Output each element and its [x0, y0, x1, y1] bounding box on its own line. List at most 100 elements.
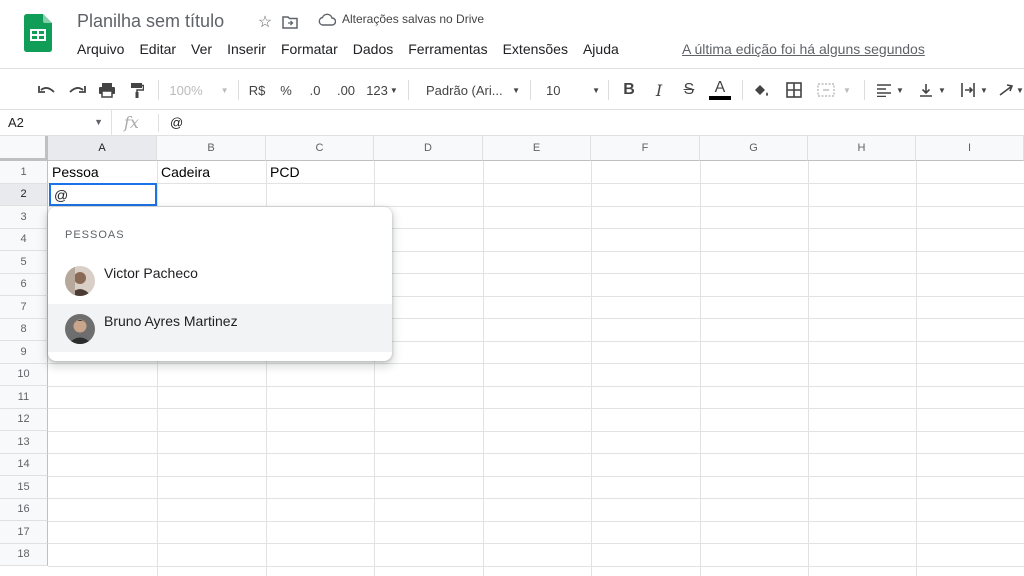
bold-button[interactable]: B — [618, 79, 640, 101]
person-name: Victor Pacheco — [104, 265, 198, 281]
row-header-14[interactable]: 14 — [0, 453, 48, 476]
chevron-down-icon: ▼ — [896, 85, 904, 95]
column-header-b[interactable]: B — [157, 136, 266, 161]
fill-color-icon[interactable] — [750, 79, 772, 101]
row-header-15[interactable]: 15 — [0, 476, 48, 499]
chevron-down-icon: ▼ — [938, 85, 946, 95]
column-header-h[interactable]: H — [808, 136, 916, 161]
active-cell-a2[interactable]: @ — [49, 183, 157, 206]
row-header-6[interactable]: 6 — [0, 273, 48, 296]
formula-input[interactable]: @ — [170, 115, 183, 130]
text-color-button[interactable]: A — [708, 79, 732, 101]
name-box[interactable]: A2 ▼ — [0, 110, 112, 136]
cell-b1[interactable]: Cadeira — [161, 164, 210, 180]
menu-ajuda[interactable]: Ajuda — [583, 41, 619, 57]
cell-a2-editor[interactable]: @ — [54, 187, 68, 203]
font-size-select[interactable]: 10 ▼ — [538, 79, 602, 101]
borders-icon[interactable] — [783, 79, 805, 101]
decrease-decimal-button[interactable]: .0 — [302, 79, 328, 101]
column-header-c[interactable]: C — [266, 136, 374, 161]
merge-cells-icon[interactable]: ▼ — [812, 79, 856, 101]
row-header-16[interactable]: 16 — [0, 498, 48, 521]
row-header-12[interactable]: 12 — [0, 408, 48, 431]
italic-button[interactable]: I — [648, 79, 670, 101]
text-rotation-icon[interactable]: ▼ — [998, 79, 1024, 101]
column-header-i[interactable]: I — [916, 136, 1024, 161]
chevron-down-icon: ▼ — [592, 85, 600, 95]
people-section-label: PESSOAS — [65, 229, 125, 241]
toolbar: 100% ▼ R$ % .0 .00 123 ▼ Padrão (Ari... … — [0, 68, 1024, 110]
last-edit-link[interactable]: A última edição foi há alguns segundos — [682, 41, 925, 57]
column-header-d[interactable]: D — [374, 136, 483, 161]
menu-formatar[interactable]: Formatar — [281, 41, 338, 57]
more-formats-button[interactable]: 123 ▼ — [364, 79, 400, 101]
row-header-13[interactable]: 13 — [0, 431, 48, 454]
row-header-7[interactable]: 7 — [0, 296, 48, 319]
column-header-g[interactable]: G — [700, 136, 808, 161]
chevron-down-icon: ▼ — [980, 85, 988, 95]
person-option[interactable]: Victor Pacheco — [48, 256, 392, 304]
menu-ver[interactable]: Ver — [191, 41, 212, 57]
vertical-align-icon[interactable]: ▼ — [914, 79, 950, 101]
column-header-f[interactable]: F — [591, 136, 700, 161]
row-header-18[interactable]: 18 — [0, 543, 48, 566]
decrease-decimal-label: .0 — [309, 82, 321, 98]
cloud-done-icon — [318, 13, 336, 26]
print-icon[interactable] — [96, 79, 118, 101]
row-header-3[interactable]: 3 — [0, 206, 48, 229]
cell-c1[interactable]: PCD — [270, 164, 300, 180]
row-header-4[interactable]: 4 — [0, 228, 48, 251]
horizontal-align-icon[interactable]: ▼ — [872, 79, 908, 101]
chevron-down-icon: ▼ — [220, 85, 229, 95]
menu-editar[interactable]: Editar — [139, 41, 176, 57]
font-family-value: Padrão (Ari... — [426, 82, 503, 98]
row-header-8[interactable]: 8 — [0, 318, 48, 341]
undo-icon[interactable] — [36, 79, 58, 101]
row-header-17[interactable]: 17 — [0, 521, 48, 544]
zoom-select[interactable]: 100% ▼ — [166, 79, 232, 101]
menu-arquivo[interactable]: Arquivo — [77, 41, 124, 57]
row-header-9[interactable]: 9 — [0, 341, 48, 364]
row-header-5[interactable]: 5 — [0, 251, 48, 274]
italic-label: I — [655, 80, 663, 100]
row-header-2[interactable]: 2 — [0, 183, 48, 206]
font-family-select[interactable]: Padrão (Ari... ▼ — [418, 79, 524, 101]
select-all-corner[interactable] — [0, 136, 48, 161]
menu-inserir[interactable]: Inserir — [227, 41, 266, 57]
person-option[interactable]: Bruno Ayres Martinez — [48, 304, 392, 352]
currency-label: R$ — [248, 82, 266, 98]
menu-ferramentas[interactable]: Ferramentas — [408, 41, 487, 57]
fx-icon: fx — [124, 113, 139, 132]
move-folder-icon[interactable] — [279, 11, 301, 33]
chevron-down-icon: ▼ — [389, 85, 398, 95]
formula-bar: A2 ▼ fx @ — [0, 110, 1024, 136]
percent-format-button[interactable]: % — [276, 79, 296, 101]
strikethrough-button[interactable]: S — [678, 79, 700, 101]
document-title[interactable]: Planilha sem título — [77, 11, 224, 32]
bold-label: B — [623, 81, 635, 98]
menu-dados[interactable]: Dados — [353, 41, 393, 57]
row-header-10[interactable]: 10 — [0, 363, 48, 386]
increase-decimal-button[interactable]: .00 — [333, 79, 359, 101]
row-header-11[interactable]: 11 — [0, 386, 48, 409]
text-wrap-icon[interactable]: ▼ — [956, 79, 992, 101]
paint-format-icon[interactable] — [126, 79, 148, 101]
chevron-down-icon: ▼ — [512, 85, 520, 95]
zoom-value: 100% — [169, 82, 203, 98]
row-header-1[interactable]: 1 — [0, 161, 48, 184]
star-icon[interactable]: ☆ — [254, 11, 276, 33]
sheets-logo-icon[interactable] — [24, 14, 52, 52]
avatar — [65, 314, 95, 344]
redo-icon[interactable] — [66, 79, 88, 101]
text-color-label: A — [714, 79, 726, 96]
column-header-a[interactable]: A — [48, 136, 157, 161]
text-color-swatch — [709, 96, 731, 100]
cell-a1[interactable]: Pessoa — [52, 164, 99, 180]
menu-extensoes[interactable]: Extensões — [503, 41, 568, 57]
top-bar: Planilha sem título ☆ Alterações salvas … — [0, 0, 1024, 68]
mention-suggestions-popup: PESSOAS Victor Pacheco Bruno Ayres Marti… — [48, 207, 392, 361]
column-header-e[interactable]: E — [483, 136, 591, 161]
save-status[interactable]: Alterações salvas no Drive — [318, 12, 484, 26]
currency-format-button[interactable]: R$ — [246, 79, 268, 101]
person-name: Bruno Ayres Martinez — [104, 313, 238, 329]
